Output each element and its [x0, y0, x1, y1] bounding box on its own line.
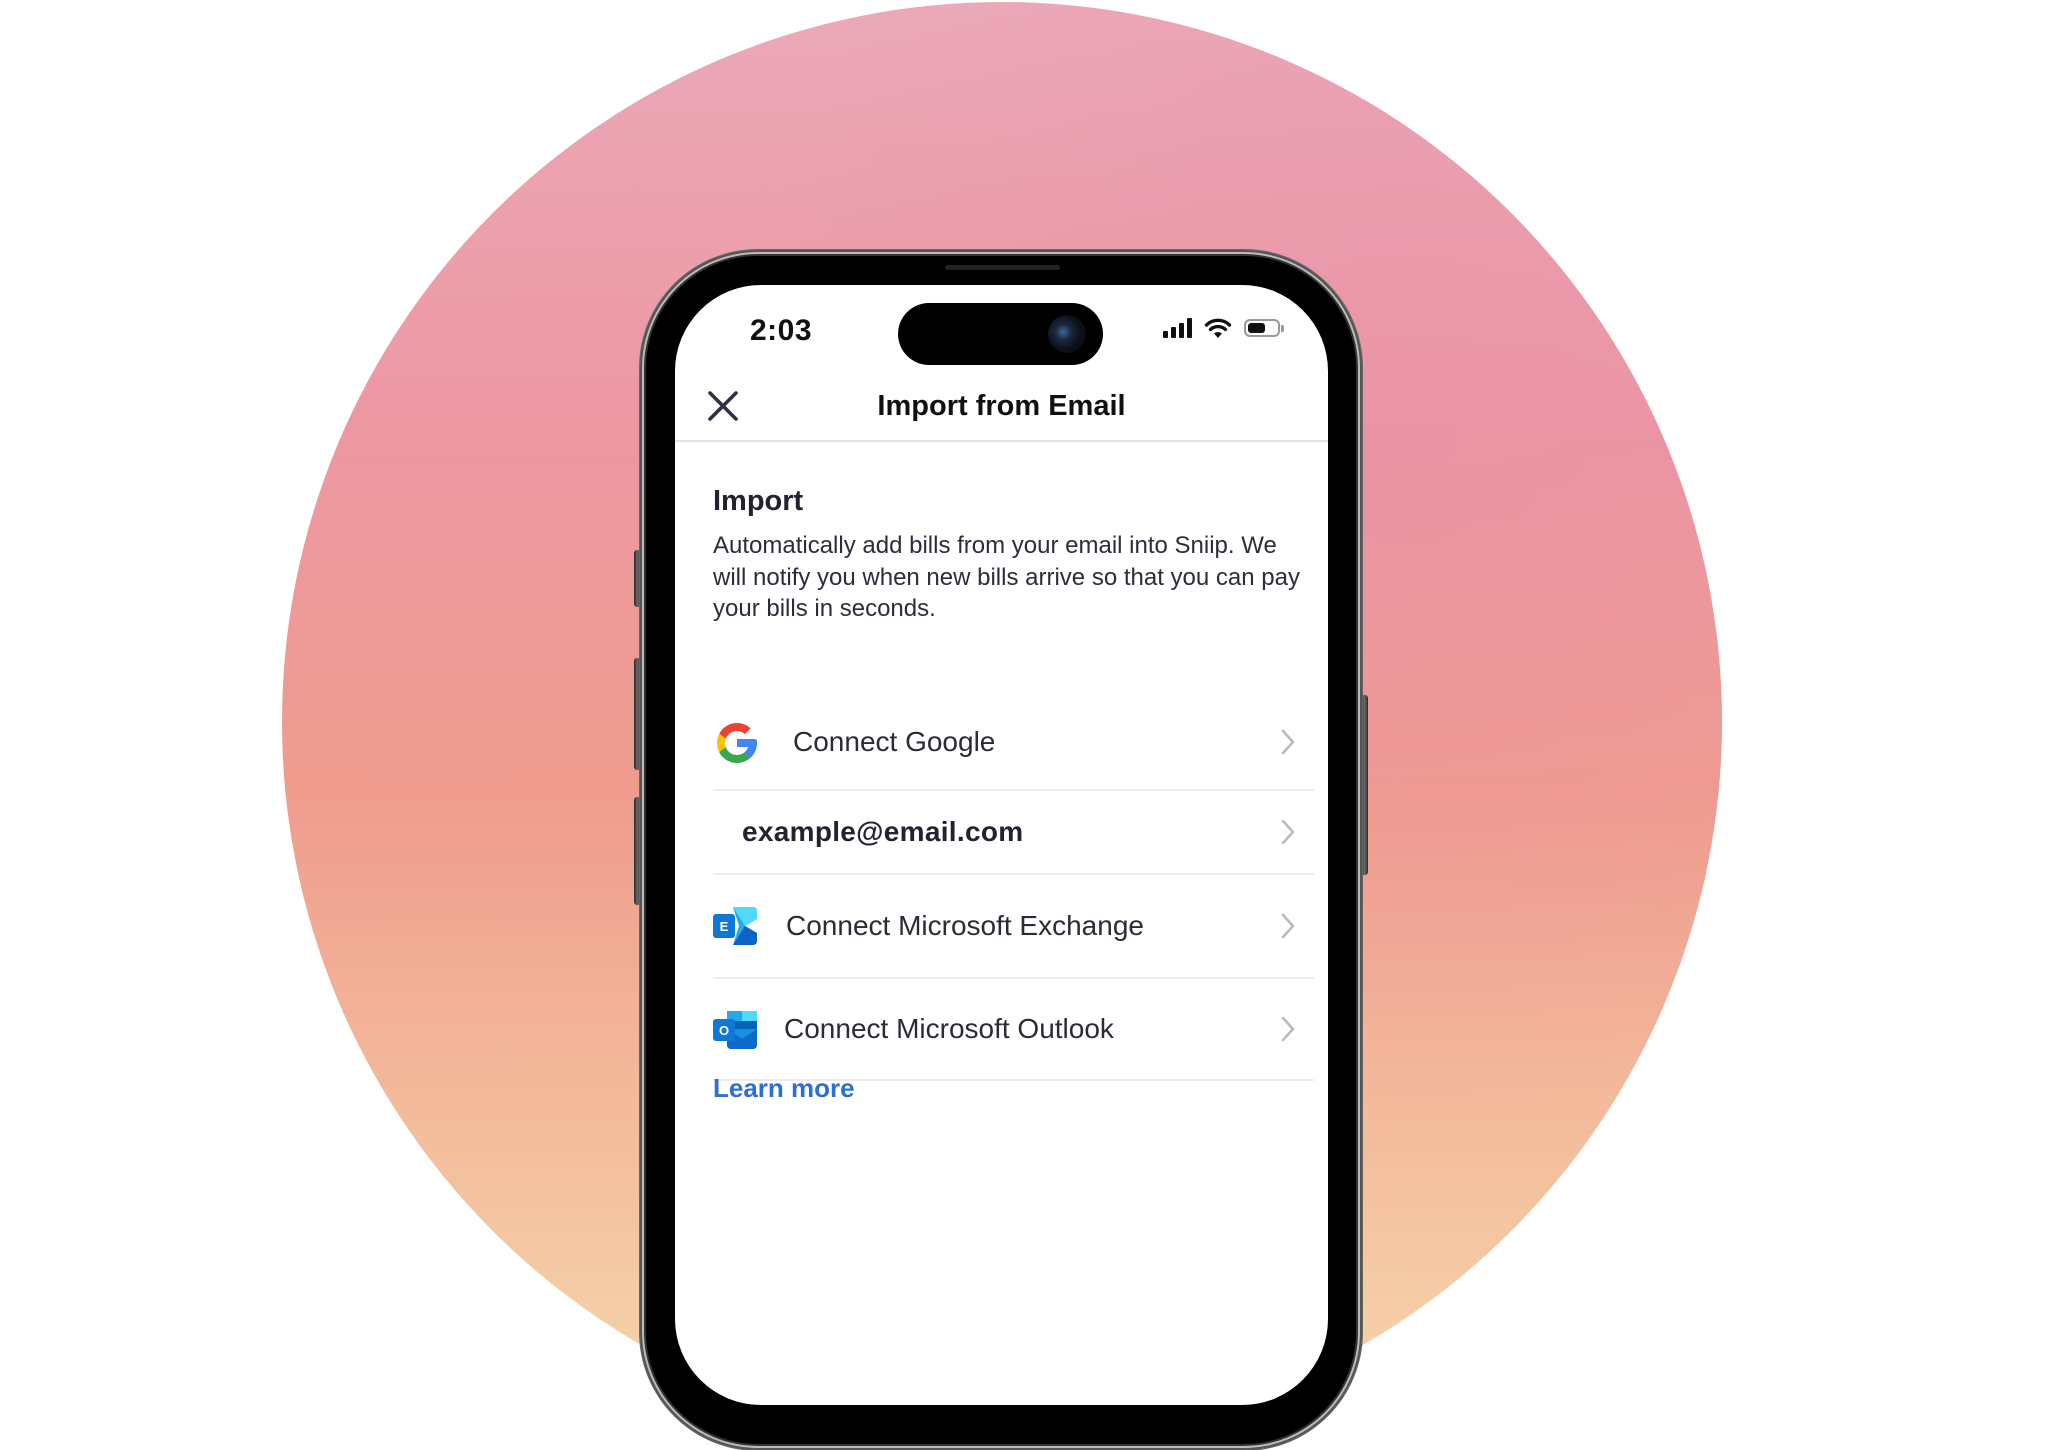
cellular-signal-icon — [1163, 318, 1192, 338]
connect-google-label: Connect Google — [793, 726, 996, 757]
connect-outlook-label: Connect Microsoft Outlook — [784, 1013, 1114, 1044]
connect-exchange-row[interactable]: E Connect Microsoft Exchange — [713, 875, 1314, 979]
chevron-right-icon — [1281, 819, 1295, 845]
power-button — [1361, 695, 1368, 875]
connect-exchange-label: Connect Microsoft Exchange — [786, 910, 1144, 941]
phone-screen: 2:03 Import from Email Import Automatica… — [675, 285, 1328, 1405]
page-title: Import from Email — [877, 390, 1126, 422]
chevron-right-icon — [1281, 913, 1295, 939]
microsoft-outlook-icon: O — [713, 1011, 757, 1049]
microsoft-exchange-icon: E — [713, 907, 757, 945]
status-icons — [1163, 315, 1284, 341]
connect-google-row[interactable]: Connect Google — [713, 695, 1314, 791]
battery-icon — [1244, 319, 1284, 337]
navigation-bar: Import from Email — [675, 380, 1328, 441]
import-section: Import Automatically add bills from your… — [713, 485, 1313, 625]
chevron-right-icon — [1281, 729, 1295, 755]
svg-text:O: O — [719, 1023, 729, 1038]
dynamic-island — [898, 303, 1103, 365]
google-icon — [717, 723, 757, 763]
connected-email-row[interactable]: example@email.com — [713, 791, 1314, 875]
status-time: 2:03 — [750, 314, 813, 347]
front-camera-icon — [1048, 315, 1086, 353]
section-title: Import — [713, 485, 804, 517]
svg-text:E: E — [720, 919, 729, 934]
wifi-icon — [1204, 318, 1232, 338]
chevron-right-icon — [1281, 1016, 1295, 1042]
header-divider — [675, 440, 1328, 442]
connected-email-address: example@email.com — [742, 816, 1024, 847]
connect-outlook-row[interactable]: O Connect Microsoft Outlook — [713, 979, 1314, 1081]
battery-level — [1248, 323, 1265, 333]
speaker-grille — [945, 265, 1060, 270]
section-description: Automatically add bills from your email … — [713, 532, 1300, 622]
email-provider-list: Connect Google example@email.com E Conne… — [713, 695, 1314, 1081]
learn-more-link[interactable]: Learn more — [713, 1073, 855, 1104]
